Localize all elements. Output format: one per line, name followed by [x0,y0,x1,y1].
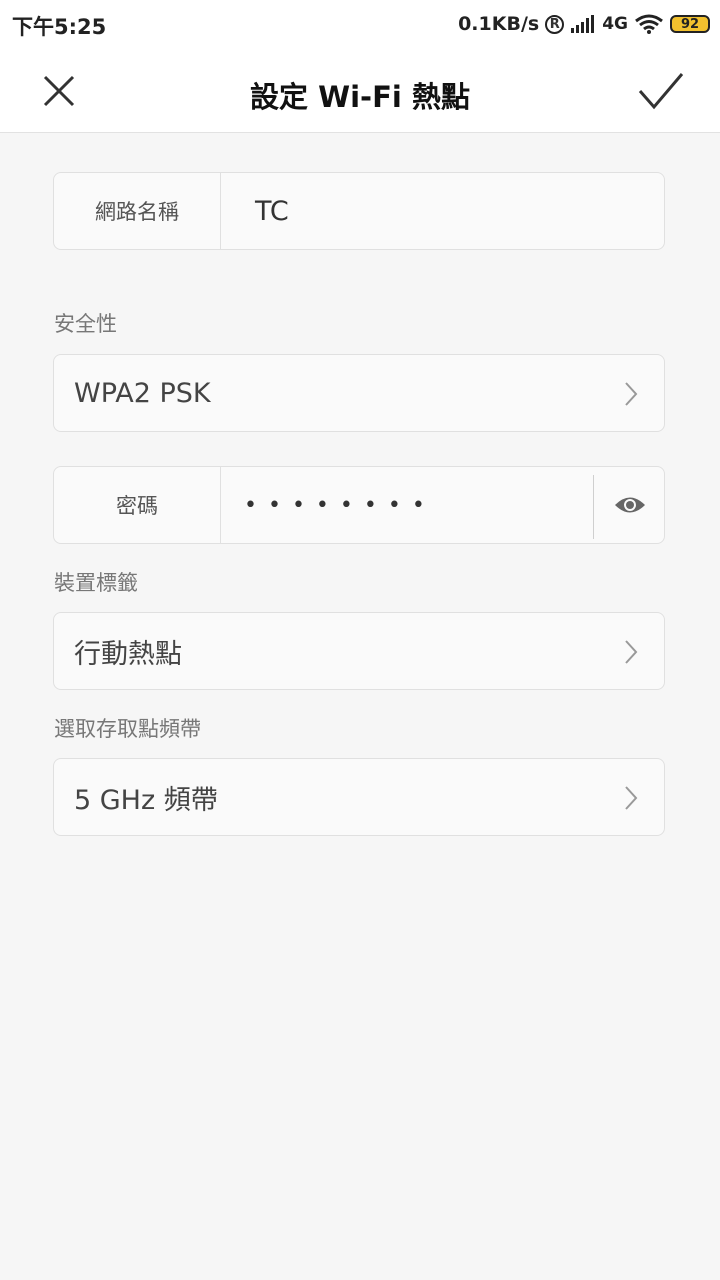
security-label: 安全性 [54,312,117,336]
network-name-field[interactable]: 網路名稱 TC [53,172,665,250]
network-name-label: 網路名稱 [54,173,221,249]
chevron-right-icon [625,640,638,664]
band-selector[interactable]: 5 GHz 頻帶 [53,758,665,836]
roaming-icon: R [545,14,565,34]
app-bar: 設定 Wi-Fi 熱點 [0,50,720,133]
page-title: 設定 Wi-Fi 熱點 [250,80,470,114]
password-field[interactable]: 密碼 •••••••• [53,466,665,544]
security-value: WPA2 PSK [74,377,211,409]
check-icon [638,73,684,110]
signal-icon [571,15,595,33]
battery-icon: 92 [670,15,710,33]
confirm-button[interactable] [638,68,684,114]
status-time: 下午5:25 [12,15,107,39]
network-type: 4G [602,14,628,34]
eye-icon [615,497,645,513]
device-tag-selector[interactable]: 行動熱點 [53,612,665,690]
network-name-input[interactable]: TC [255,173,289,249]
band-value: 5 GHz 頻帶 [74,784,218,816]
show-password-button[interactable] [612,487,648,523]
device-tag-value: 行動熱點 [74,638,182,670]
security-selector[interactable]: WPA2 PSK [53,354,665,432]
password-input[interactable]: •••••••• [244,467,436,543]
chevron-right-icon [625,786,638,810]
chevron-right-icon [625,382,638,406]
divider [593,475,594,539]
wifi-icon [635,14,663,34]
device-tag-label: 裝置標籤 [54,571,138,595]
status-indicators: 0.1KB/s R 4G 92 [458,10,710,38]
status-bar: 下午5:25 0.1KB/s R 4G 92 [0,0,720,50]
network-speed: 0.1KB/s [458,13,540,35]
password-label: 密碼 [54,467,221,543]
band-label: 選取存取點頻帶 [54,717,201,741]
